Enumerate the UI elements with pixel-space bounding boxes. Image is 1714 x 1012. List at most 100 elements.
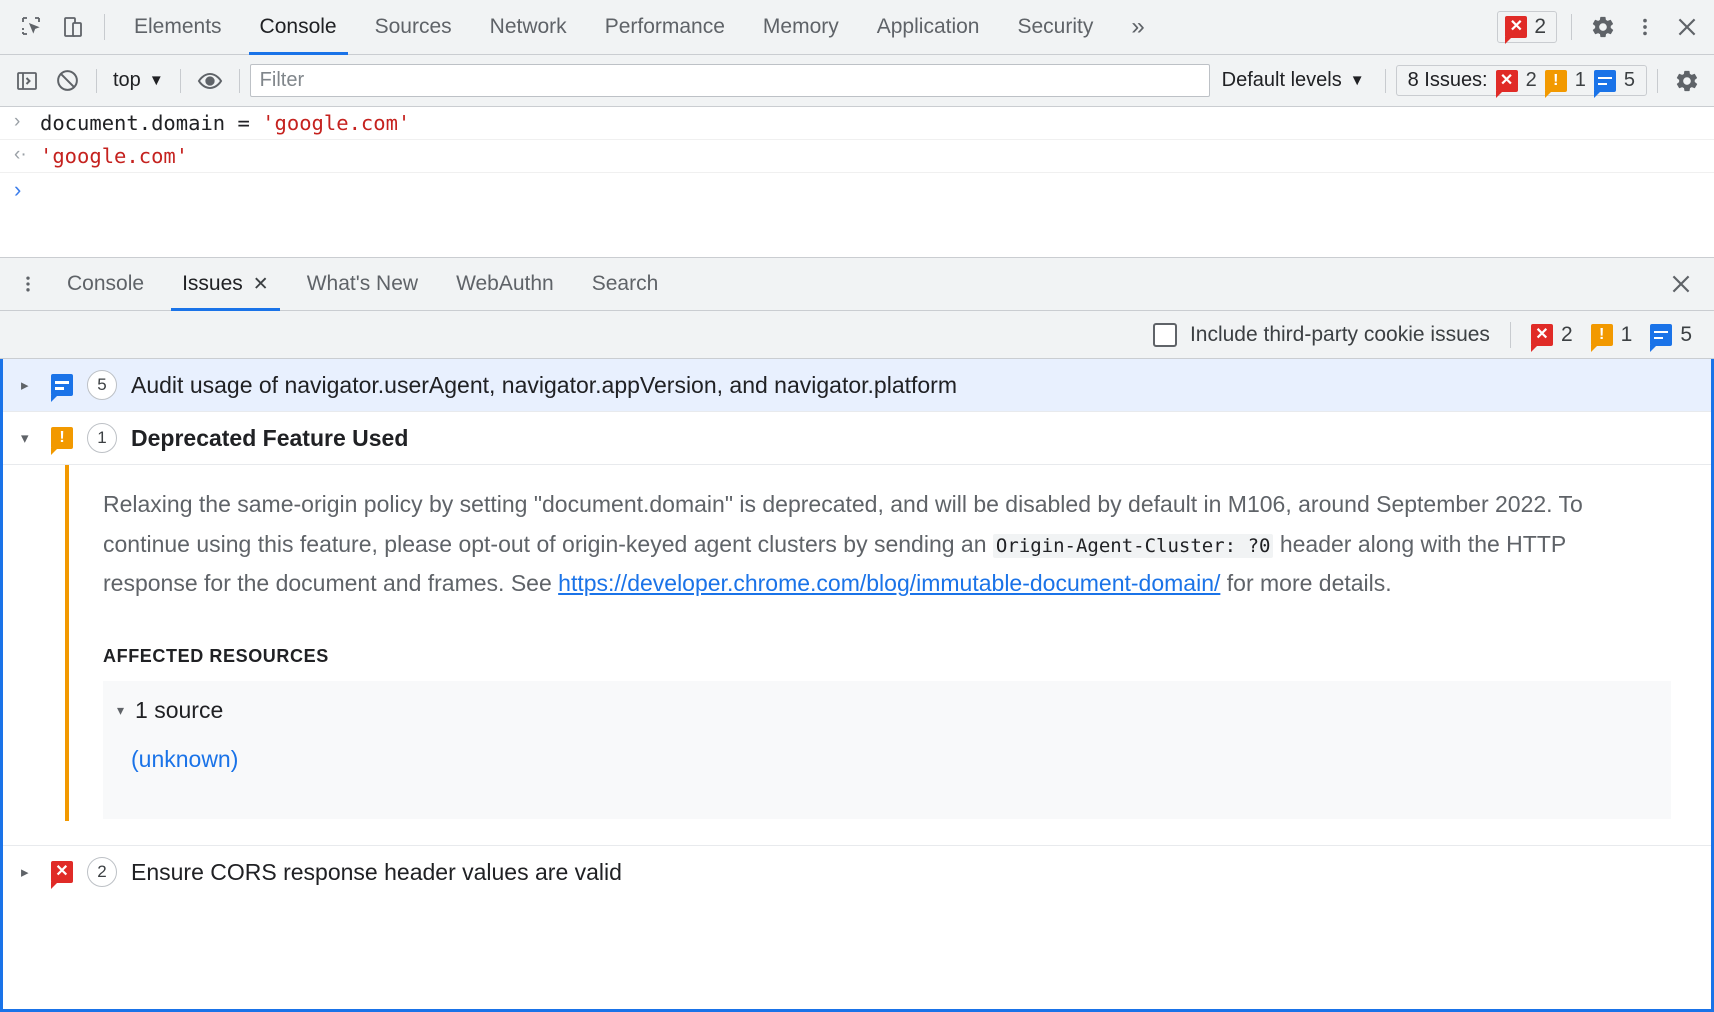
drawer-tab-issues[interactable]: Issues ✕ (163, 258, 288, 311)
console-prompt-line[interactable]: › (0, 173, 1714, 207)
context-label: top (113, 69, 141, 92)
tab-sources[interactable]: Sources (356, 0, 471, 55)
collapse-triangle-icon[interactable]: ▾ (21, 431, 37, 446)
issue-count-badge: 1 (87, 423, 117, 453)
error-icon: ✕ (51, 861, 73, 883)
issue-title: Ensure CORS response header values are v… (131, 859, 622, 886)
issue-counts: ✕ 2 ! 1 5 (1531, 323, 1692, 347)
gear-icon[interactable] (1582, 6, 1624, 48)
expand-triangle-icon[interactable]: ▸ (21, 378, 37, 393)
issues-summary-button[interactable]: 8 Issues: ✕ 2 ! 1 5 (1396, 65, 1647, 96)
issues-list[interactable]: ▸ 5 Audit usage of navigator.userAgent, … (0, 359, 1714, 1012)
drawer-tab-search[interactable]: Search (573, 258, 678, 311)
more-tabs-button[interactable]: » (1112, 0, 1163, 55)
tab-label: Memory (763, 15, 839, 39)
tab-label: Elements (134, 15, 222, 39)
close-devtools-icon[interactable] (1666, 6, 1708, 48)
live-expression-icon[interactable] (191, 62, 229, 100)
checkbox-label: Include third-party cookie issues (1190, 323, 1490, 347)
console-filter-toolbar: top ▼ Default levels ▼ 8 Issues: ✕ 2 ! 1… (0, 55, 1714, 107)
close-drawer-icon[interactable] (1662, 265, 1700, 303)
drawer-tab-webauthn[interactable]: WebAuthn (437, 258, 573, 311)
tab-network[interactable]: Network (471, 0, 586, 55)
tab-label: What's New (307, 272, 418, 296)
levels-label: Default levels (1222, 69, 1342, 92)
tab-label: Performance (605, 15, 725, 39)
tab-label: Sources (375, 15, 452, 39)
devtools-main-tabbar: Elements Console Sources Network Perform… (0, 0, 1714, 55)
drawer-tab-console[interactable]: Console (48, 258, 163, 311)
tab-memory[interactable]: Memory (744, 0, 858, 55)
error-count-badge[interactable]: ✕ 2 (1497, 11, 1557, 43)
info-count-label: 5 (1680, 323, 1692, 347)
toolbar-divider (1510, 322, 1511, 348)
tab-console[interactable]: Console (241, 0, 356, 55)
warning-icon: ! (51, 427, 73, 449)
header-code-chip: Origin-Agent-Cluster: ?0 (993, 534, 1274, 558)
more-options-icon[interactable] (1624, 6, 1666, 48)
error-count-label: 2 (1534, 15, 1546, 39)
drawer-tab-whats-new[interactable]: What's New (288, 258, 437, 311)
chevron-right-double-icon: » (1131, 13, 1144, 41)
inspect-element-icon[interactable] (10, 6, 52, 48)
tab-security[interactable]: Security (998, 0, 1112, 55)
tab-label: Console (67, 272, 144, 296)
toolbar-divider (104, 14, 105, 40)
toolbar-divider (1385, 69, 1386, 93)
tab-elements[interactable]: Elements (115, 0, 241, 55)
issues-label: 8 Issues: (1408, 69, 1488, 92)
issue-count-badge: 5 (87, 370, 117, 400)
tab-application[interactable]: Application (858, 0, 999, 55)
more-tools-icon[interactable] (8, 264, 48, 304)
console-result: 'google.com' (40, 144, 188, 168)
chevron-down-icon: ▼ (1350, 72, 1365, 89)
close-tab-icon[interactable]: ✕ (253, 273, 269, 296)
tab-label: Issues (182, 272, 243, 296)
toolbar-divider (1657, 69, 1658, 93)
console-message-list[interactable]: › document.domain = 'google.com' ‹· 'goo… (0, 107, 1714, 257)
warning-icon: ! (1591, 324, 1613, 346)
error-count-label: 2 (1561, 323, 1573, 347)
issue-count-badge: 2 (87, 857, 117, 887)
tab-performance[interactable]: Performance (586, 0, 744, 55)
chevron-down-icon: ▼ (149, 72, 164, 89)
info-count-label: 5 (1624, 69, 1635, 92)
issue-row[interactable]: ▸ 5 Audit usage of navigator.userAgent, … (3, 359, 1711, 412)
warning-count-label: 1 (1621, 323, 1633, 347)
resource-item[interactable]: (unknown) (103, 724, 1671, 773)
info-icon (1594, 70, 1616, 92)
string-literal: 'google.com' (40, 144, 188, 168)
resource-item-link[interactable]: (unknown) (131, 746, 238, 772)
console-sidebar-toggle-icon[interactable] (8, 62, 46, 100)
tab-label: Application (877, 15, 980, 39)
documentation-link[interactable]: https://developer.chrome.com/blog/immuta… (558, 570, 1220, 596)
issue-row[interactable]: ▾ ! 1 Deprecated Feature Used (3, 412, 1711, 465)
console-expression: document.domain = 'google.com' (40, 111, 410, 135)
affected-resources-box: ▾ 1 source (unknown) (103, 681, 1671, 819)
warning-count-label: 1 (1575, 69, 1586, 92)
error-count-label: 2 (1526, 69, 1537, 92)
drawer-tabbar: Console Issues ✕ What's New WebAuthn Sea… (0, 258, 1714, 311)
tab-label: Security (1017, 15, 1093, 39)
filter-input[interactable] (250, 64, 1210, 97)
clear-console-icon[interactable] (48, 62, 86, 100)
third-party-cookie-checkbox-row[interactable]: Include third-party cookie issues (1153, 323, 1490, 347)
expand-triangle-icon[interactable]: ▸ (21, 865, 37, 880)
resource-group-header[interactable]: ▾ 1 source (103, 697, 1671, 724)
console-settings-gear-icon[interactable] (1668, 62, 1706, 100)
collapse-triangle-icon[interactable]: ▾ (117, 702, 124, 719)
tab-label: Network (490, 15, 567, 39)
error-icon: ✕ (1496, 70, 1518, 92)
info-icon (51, 374, 73, 396)
issue-title: Audit usage of navigator.userAgent, navi… (131, 372, 957, 399)
prompt-arrow-icon: › (14, 177, 30, 203)
issue-title: Deprecated Feature Used (131, 425, 408, 452)
issue-description: Relaxing the same-origin policy by setti… (103, 485, 1613, 604)
execution-context-selector[interactable]: top ▼ (107, 69, 170, 92)
device-toolbar-icon[interactable] (52, 6, 94, 48)
issue-detail-panel: Relaxing the same-origin policy by setti… (3, 465, 1711, 846)
log-levels-selector[interactable]: Default levels ▼ (1212, 69, 1375, 92)
issue-row[interactable]: ▸ ✕ 2 Ensure CORS response header values… (3, 846, 1711, 899)
third-party-cookie-checkbox[interactable] (1153, 323, 1177, 347)
description-text-3: for more details. (1220, 570, 1391, 596)
